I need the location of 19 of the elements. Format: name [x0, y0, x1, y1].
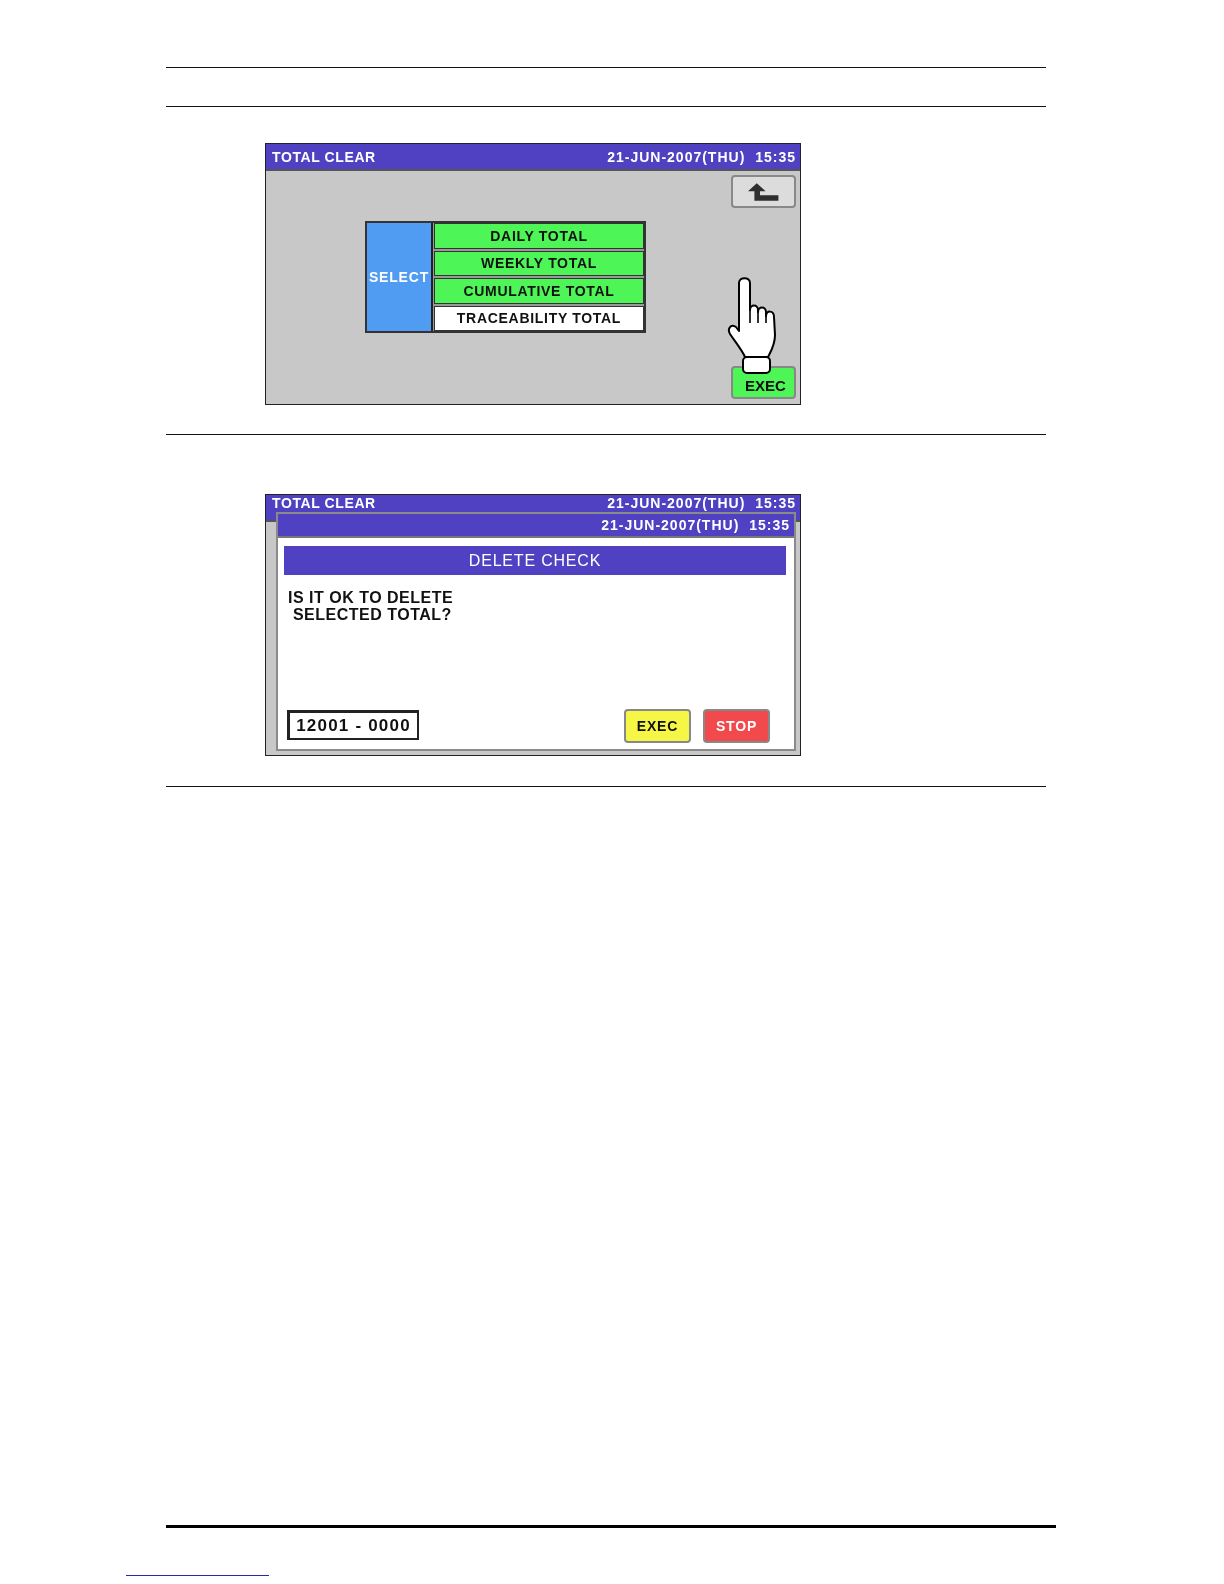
total-option[interactable]: TRACEABILITY TOTAL — [434, 305, 644, 331]
date-time: 21-JUN-2007(THU) 15:35 — [607, 496, 796, 510]
pointing-hand-icon — [727, 277, 777, 375]
exec-button[interactable]: EXEC — [624, 709, 691, 743]
dialog-heading: DELETE CHECK — [284, 546, 786, 575]
date-time: 21-JUN-2007(THU) 15:35 — [601, 517, 790, 533]
screen-title: TOTAL CLEAR — [272, 496, 376, 510]
date-time: 21-JUN-2007(THU) 15:35 — [607, 148, 796, 165]
stop-button[interactable]: STOP — [703, 709, 770, 743]
screen-title: TOTAL CLEAR — [272, 148, 376, 165]
code-display: 12001 - 0000 — [287, 710, 419, 740]
dialog-message: IS IT OK TO DELETE SELECTED TOTAL? — [288, 589, 454, 623]
select-label: SELECT — [367, 223, 433, 331]
return-arrow-icon — [747, 182, 780, 201]
total-option[interactable]: WEEKLY TOTAL — [434, 250, 644, 276]
back-button[interactable] — [731, 175, 796, 208]
total-option[interactable]: CUMULATIVE TOTAL — [434, 278, 644, 304]
total-option[interactable]: DAILY TOTAL — [434, 223, 644, 249]
exec-button[interactable]: EXEC — [731, 366, 796, 399]
